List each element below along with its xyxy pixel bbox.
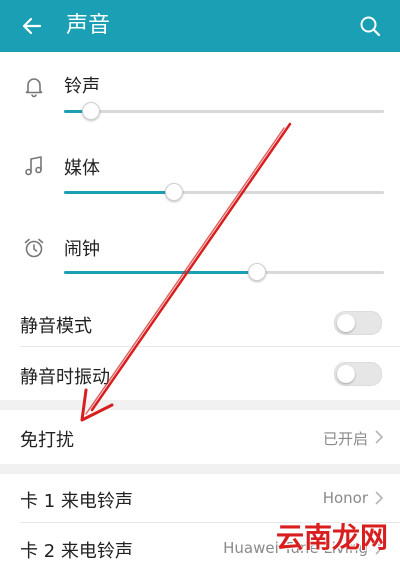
page-title: 声音 xyxy=(66,13,111,38)
alarm-clock-icon xyxy=(22,236,46,260)
media-slider-thumb[interactable] xyxy=(164,183,183,201)
ringtone-volume-row: 铃声 xyxy=(0,52,400,132)
search-icon[interactable] xyxy=(358,14,382,38)
sim1-ringtone-value: Honor xyxy=(322,489,368,507)
section-gap xyxy=(0,464,400,474)
chevron-right-icon xyxy=(374,429,384,445)
alarm-slider[interactable] xyxy=(64,263,384,281)
section-gap xyxy=(0,400,400,410)
toggle-knob xyxy=(337,365,355,383)
top-app-bar: 声音 xyxy=(0,0,400,52)
toggle-knob xyxy=(337,314,355,332)
back-arrow-icon[interactable] xyxy=(20,14,44,38)
vibrate-when-silent-label: 静音时振动 xyxy=(20,367,110,388)
do-not-disturb-status: 已开启 xyxy=(322,430,368,448)
media-slider-fill xyxy=(64,191,173,194)
sim1-ringtone-label: 卡 1 来电铃声 xyxy=(20,491,133,512)
sim2-ringtone-label: 卡 2 来电铃声 xyxy=(20,541,133,561)
watermark: 云南龙网 xyxy=(275,521,388,554)
sim1-ringtone-row[interactable]: 卡 1 来电铃声 Honor xyxy=(0,474,400,522)
silent-mode-row[interactable]: 静音模式 xyxy=(0,300,400,346)
alarm-slider-thumb[interactable] xyxy=(248,263,266,281)
alarm-slider-fill xyxy=(64,271,256,274)
ringtone-slider[interactable] xyxy=(64,102,384,120)
bell-icon xyxy=(22,74,46,98)
vibrate-when-silent-row[interactable]: 静音时振动 xyxy=(0,350,400,398)
media-slider[interactable] xyxy=(64,183,384,201)
silent-mode-toggle[interactable] xyxy=(334,311,382,335)
divider xyxy=(20,346,400,347)
silent-mode-label: 静音模式 xyxy=(20,316,92,337)
ringtone-label: 铃声 xyxy=(64,76,100,97)
music-note-icon xyxy=(22,154,46,178)
alarm-volume-row: 闹钟 xyxy=(0,216,400,296)
alarm-label: 闹钟 xyxy=(64,239,100,260)
chevron-right-icon xyxy=(374,490,384,506)
vibrate-when-silent-toggle[interactable] xyxy=(334,362,382,386)
sound-settings-screen: 声音 铃声 媒体 闹钟 静音模式 静音时振动 免打扰 已开启 卡 1 来电铃声 … xyxy=(0,0,400,561)
do-not-disturb-row[interactable]: 免打扰 已开启 xyxy=(0,410,400,464)
media-volume-row: 媒体 xyxy=(0,134,400,214)
ringtone-slider-thumb[interactable] xyxy=(81,102,100,120)
do-not-disturb-label: 免打扰 xyxy=(20,430,74,451)
media-label: 媒体 xyxy=(64,158,100,179)
